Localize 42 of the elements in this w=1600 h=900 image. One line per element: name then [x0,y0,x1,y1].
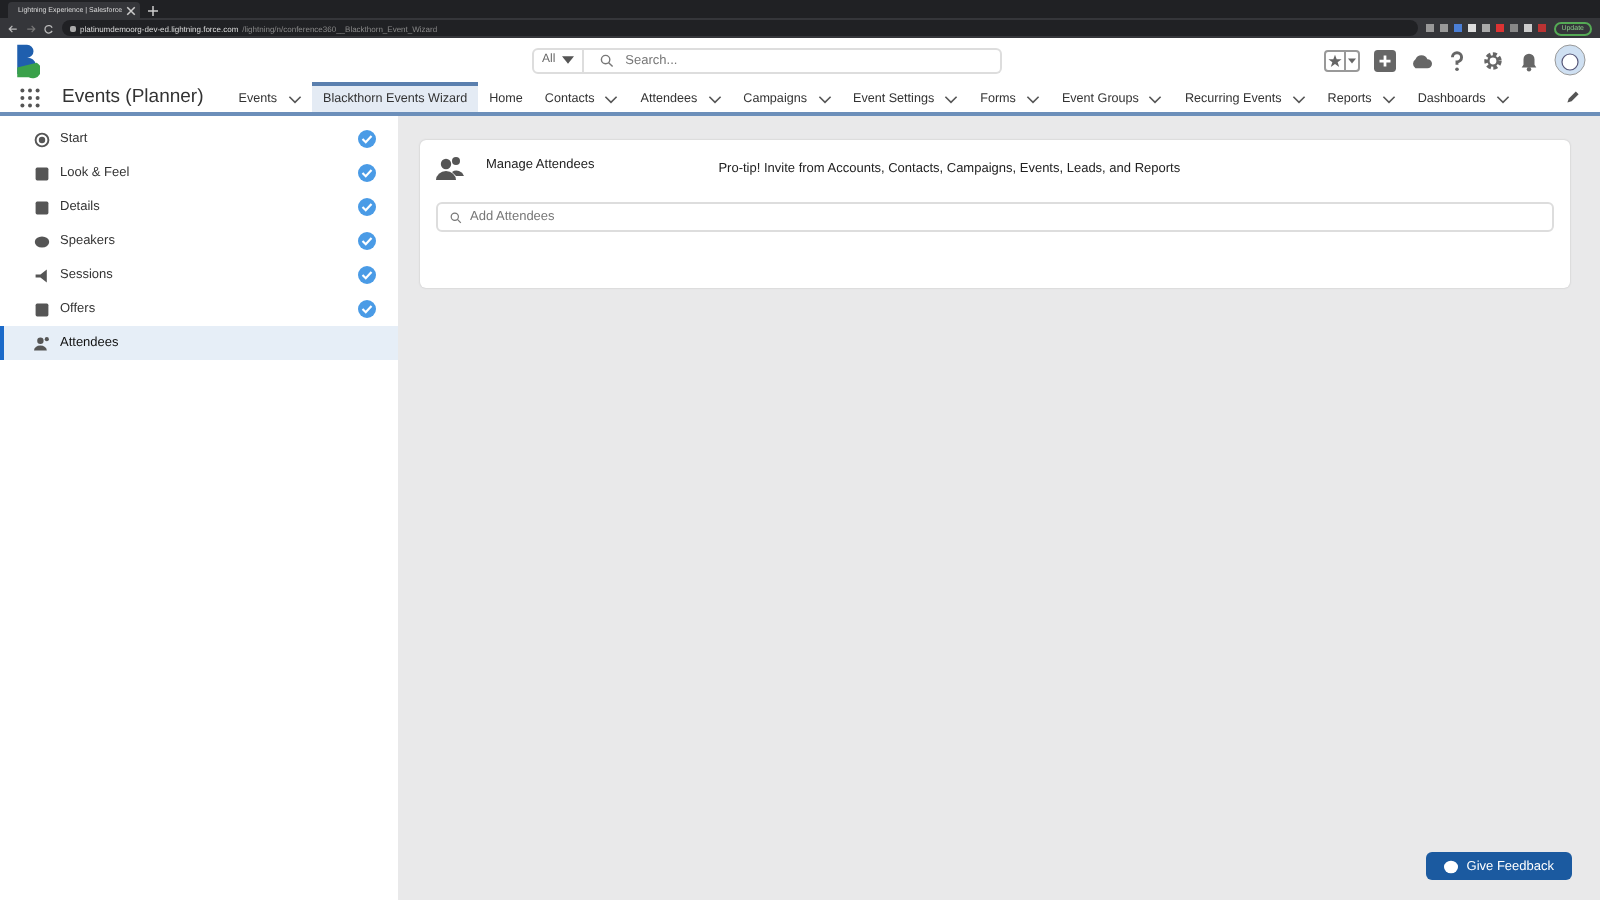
people-icon [436,156,464,180]
search-icon [450,211,462,223]
chevron-down-icon[interactable] [1381,95,1396,103]
step-icon [34,199,50,215]
back-icon[interactable] [8,23,18,33]
chevron-down-icon[interactable] [817,95,831,103]
favorites-menu-button[interactable] [1346,49,1360,71]
step-icon [34,301,50,317]
help-icon[interactable] [1446,49,1468,71]
step-icon [34,165,50,181]
close-icon[interactable] [126,5,137,15]
favorites-button[interactable] [1324,49,1346,71]
settings-icon[interactable] [1482,49,1504,71]
add-icon[interactable] [1374,49,1396,71]
app-name: Events (Planner) [62,86,204,108]
step-icon [34,233,50,249]
caret-icon [1348,57,1356,63]
chevron-down-icon[interactable] [944,95,959,103]
chevron-down-icon[interactable] [604,95,619,103]
step-icon [34,267,50,283]
step-icon [34,131,50,147]
search-icon [599,53,614,67]
chevron-down-icon[interactable] [1148,95,1163,103]
forward-icon[interactable] [26,23,36,33]
cloud-icon[interactable] [1410,49,1432,71]
chevron-down-icon[interactable] [287,95,302,103]
chevron-down-icon[interactable] [1495,95,1510,103]
star-icon [1328,53,1342,67]
chevron-down-icon[interactable] [707,95,722,103]
chevron-down-icon[interactable] [1025,95,1040,103]
chat-icon [1444,859,1459,873]
pencil-icon[interactable] [1566,90,1580,104]
new-tab-icon[interactable] [148,2,158,18]
extension-icons-drawing[interactable] [1425,24,1546,32]
caret-icon [561,56,574,64]
reload-icon[interactable] [44,23,54,33]
app-launcher-icon[interactable] [20,87,40,107]
logo-icon [14,41,40,79]
avatar-icon[interactable] [1554,44,1586,76]
bell-icon[interactable] [1518,49,1540,71]
step-icon [34,335,50,351]
chevron-down-icon[interactable] [1291,95,1306,103]
